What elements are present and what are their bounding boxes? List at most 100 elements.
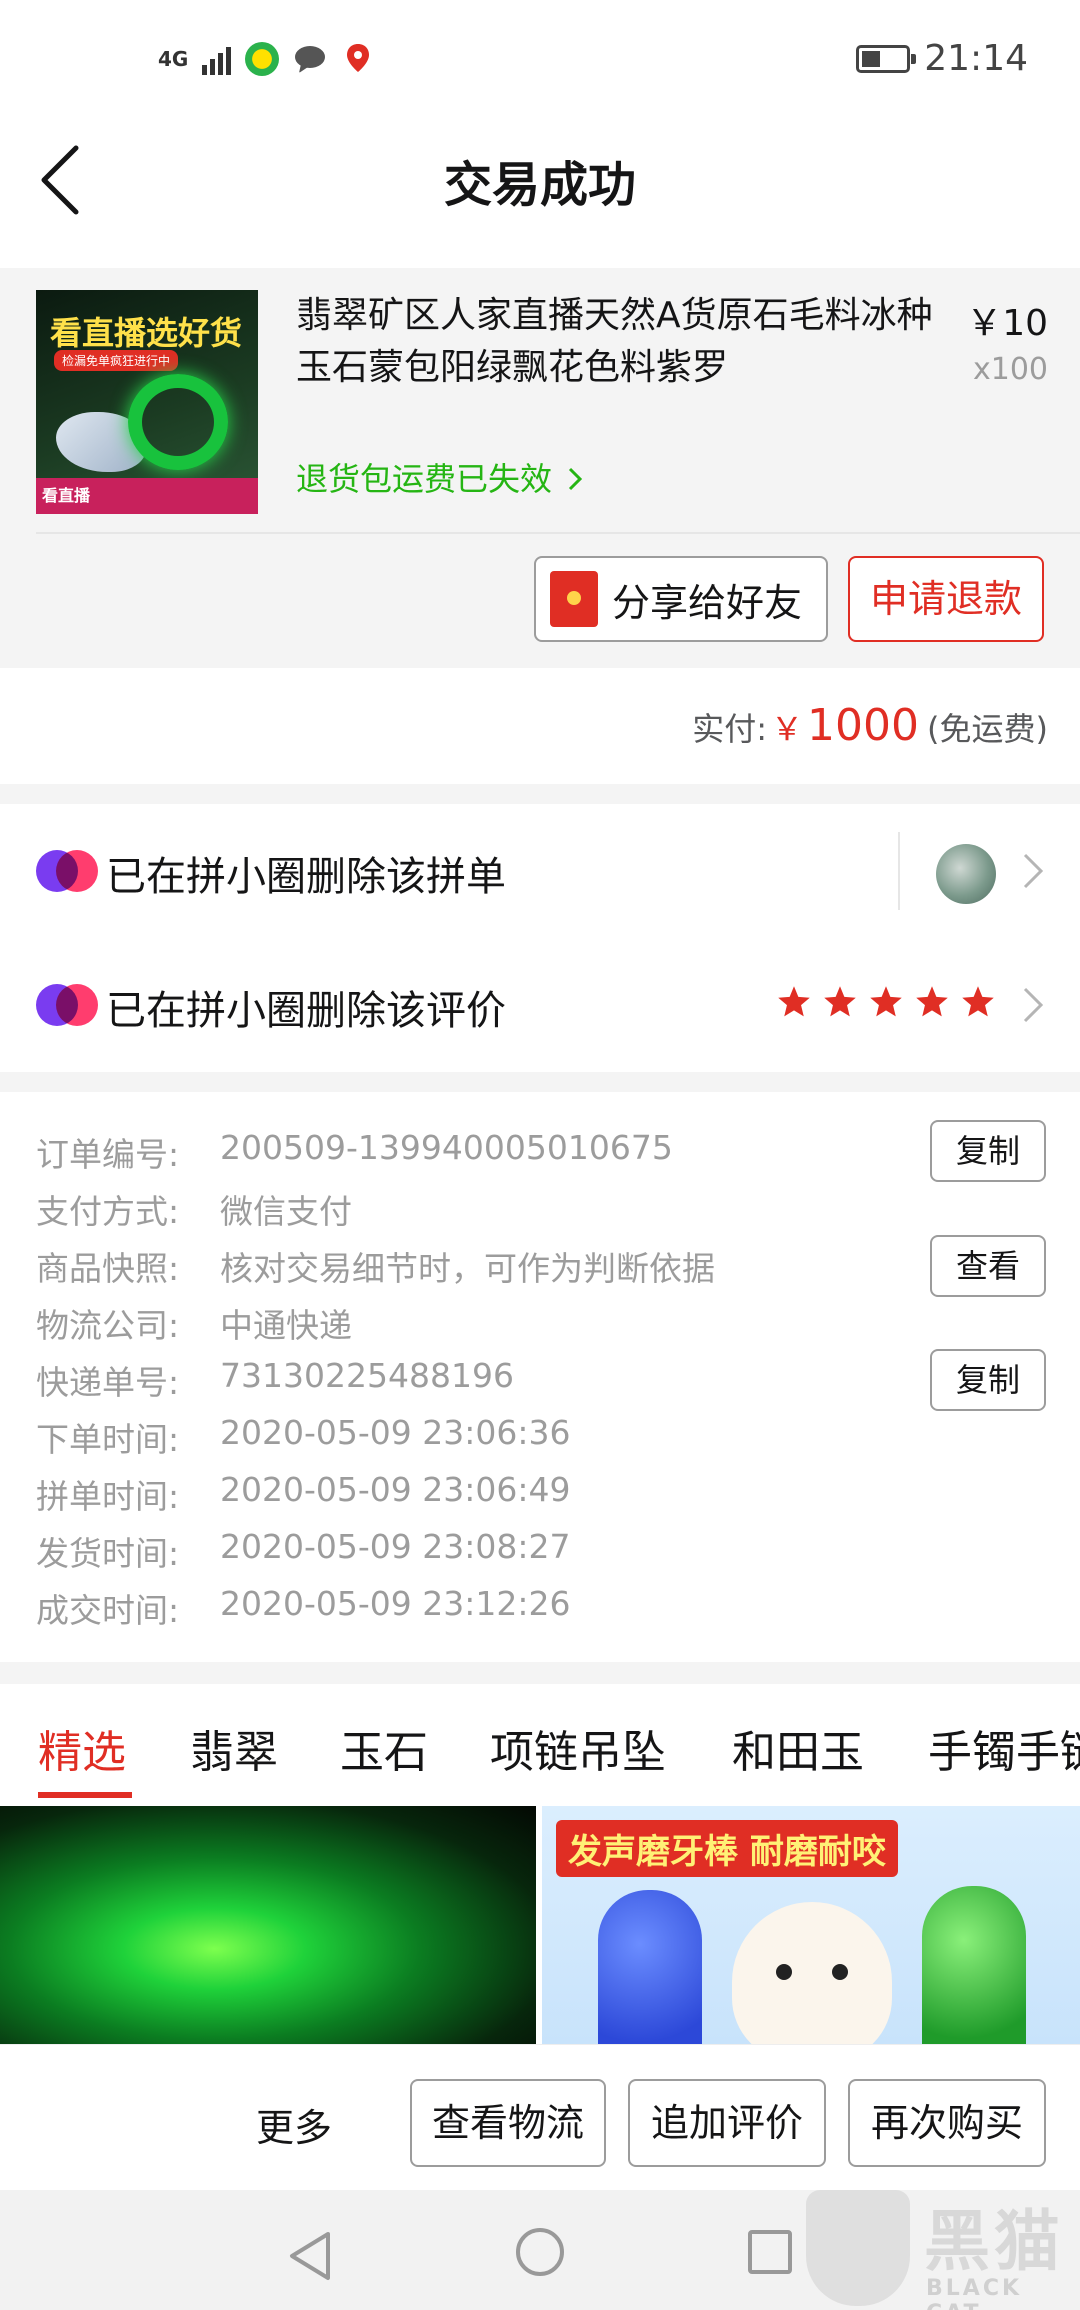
tab-jade[interactable]: 玉石 — [340, 1716, 428, 1780]
page-title: 交易成功 — [443, 157, 636, 213]
music-app-icon — [245, 42, 280, 76]
deal-time-row: 成交时间: 2020-05-09 23:12:26 — [36, 1584, 570, 1641]
star-icon — [916, 986, 948, 1017]
product-title[interactable]: 翡翠矿区人家直播天然A货原石毛料冰种玉石蒙包阳绿飘花色料紫罗 — [296, 290, 936, 394]
product-quantity: x100 — [972, 352, 1048, 387]
chevron-right-icon — [569, 467, 583, 491]
watermark-logo: 黑猫 BLACK CAT — [806, 2186, 1080, 2310]
copy-tracking-number-button[interactable]: 复制 — [930, 1349, 1046, 1411]
status-left-icons: 4G — [158, 42, 375, 76]
buy-again-button[interactable]: 再次购买 — [848, 2079, 1046, 2167]
promo-tag: 发声磨牙棒 耐磨耐咬 — [556, 1820, 898, 1877]
info-value: 微信支付 — [220, 1192, 352, 1231]
star-icon — [824, 986, 856, 1017]
order-info-section: 订单编号: 200509-139940005010675 复制 支付方式: 微信… — [0, 1092, 1080, 1662]
payment-method-row: 支付方式: 微信支付 — [36, 1185, 352, 1242]
avatar — [936, 844, 996, 904]
info-value: 2020-05-09 23:12:26 — [220, 1584, 571, 1623]
share-button-label: 分享给好友 — [612, 580, 803, 625]
copy-order-number-button[interactable]: 复制 — [930, 1120, 1046, 1182]
paid-line: 实付: ￥ 1000 (免运费) — [692, 700, 1048, 751]
shipping-note: (免运费) — [927, 710, 1048, 748]
request-refund-button[interactable]: 申请退款 — [848, 556, 1044, 642]
recommendation-item-jade[interactable] — [0, 1806, 536, 2044]
map-pin-icon — [347, 44, 370, 72]
tab-jadeite[interactable]: 翡翠 — [190, 1716, 278, 1780]
product-price: ￥10 — [966, 303, 1048, 344]
category-tabs: 精选 翡翠 玉石 项链吊坠 和田玉 手镯手链 — [0, 1684, 1080, 1800]
tab-featured[interactable]: 精选 — [38, 1716, 126, 1780]
bottom-action-bar: 更多 查看物流 追加评价 再次购买 — [0, 2044, 1080, 2190]
rating-stars — [776, 984, 996, 1020]
network-type: 4G — [158, 47, 189, 71]
circle-review-row[interactable]: 已在拼小圈删除该评价 — [0, 938, 1080, 1072]
cat-shield-icon — [806, 2190, 910, 2306]
circle-group-text: 已在拼小圈删除该拼单 — [106, 854, 506, 900]
info-value: 2020-05-09 23:06:49 — [220, 1470, 571, 1509]
thumbnail-title: 看直播选好货 — [50, 314, 243, 352]
watermark-cn: 黑猫 — [924, 2203, 1064, 2280]
circle-review-text: 已在拼小圈删除该评价 — [106, 988, 506, 1034]
product-card[interactable]: 看直播选好货 检漏免单疯狂进行中 看直播 翡翠矿区人家直播天然A货原石毛料冰种玉… — [0, 268, 1080, 668]
star-icon — [962, 986, 994, 1017]
blue-chew-toy-image — [598, 1890, 702, 2044]
info-label: 发货时间: — [36, 1534, 180, 1573]
system-home-icon[interactable] — [516, 2228, 564, 2276]
system-recents-icon[interactable] — [748, 2230, 792, 2274]
pinxiaoquan-icon — [36, 984, 98, 1026]
puppy-image — [732, 1902, 892, 2044]
tab-hetian-jade[interactable]: 和田玉 — [732, 1716, 864, 1780]
snapshot-row: 商品快照: 核对交易细节时，可作为判断依据 — [36, 1242, 715, 1299]
more-button[interactable]: 更多 — [256, 2097, 332, 2152]
info-label: 物流公司: — [36, 1306, 180, 1345]
info-value: 核对交易细节时，可作为判断依据 — [220, 1249, 715, 1288]
paid-amount: 1000 — [807, 700, 920, 751]
jade-bangle-image — [128, 374, 228, 470]
divider — [36, 532, 1080, 534]
view-snapshot-button[interactable]: 查看 — [930, 1235, 1046, 1297]
vertical-divider — [898, 832, 900, 910]
ship-time-row: 发货时间: 2020-05-09 23:08:27 — [36, 1527, 570, 1584]
watermark-en: BLACK CAT — [926, 2276, 1023, 2310]
live-badge: 看直播 — [36, 478, 258, 514]
info-label: 支付方式: — [36, 1192, 180, 1231]
info-value: 200509-139940005010675 — [220, 1128, 673, 1167]
section-gap — [0, 1072, 1080, 1092]
view-logistics-button[interactable]: 查看物流 — [410, 2079, 606, 2167]
info-label: 成交时间: — [36, 1591, 180, 1630]
circle-group-row[interactable]: 已在拼小圈删除该拼单 — [0, 804, 1080, 938]
pinxiaoquan-icon — [36, 850, 98, 892]
chat-bubble-icon — [295, 46, 326, 73]
order-number-row: 订单编号: 200509-139940005010675 — [36, 1128, 673, 1185]
red-packet-icon — [550, 571, 598, 627]
return-shipping-link[interactable]: 退货包运费已失效 — [296, 454, 584, 500]
product-thumbnail[interactable]: 看直播选好货 检漏免单疯狂进行中 看直播 — [36, 290, 258, 514]
chevron-right-icon — [1023, 987, 1044, 1023]
live-badge-label: 看直播 — [42, 486, 91, 505]
battery-icon — [856, 44, 917, 73]
info-label: 商品快照: — [36, 1249, 180, 1288]
info-value: 2020-05-09 23:06:36 — [220, 1413, 571, 1452]
payment-summary: 实付: ￥ 1000 (免运费) — [0, 668, 1080, 784]
status-bar: 4G 21:14 — [0, 0, 1080, 110]
paid-label: 实付: — [692, 710, 768, 748]
section-gap — [0, 784, 1080, 804]
chevron-right-icon — [1023, 853, 1044, 889]
info-label: 拼单时间: — [36, 1477, 180, 1516]
group-time-row: 拼单时间: 2020-05-09 23:06:49 — [36, 1470, 570, 1527]
recommendation-item-chew-toy[interactable]: 发声磨牙棒 耐磨耐咬 — [542, 1806, 1080, 2044]
tab-bracelet[interactable]: 手镯手链 — [928, 1716, 1080, 1780]
return-shipping-label: 退货包运费已失效 — [296, 460, 553, 498]
paid-currency: ￥ — [771, 710, 804, 748]
info-value: 中通快递 — [220, 1306, 352, 1345]
order-time-row: 下单时间: 2020-05-09 23:06:36 — [36, 1413, 570, 1470]
system-back-icon[interactable] — [286, 2230, 334, 2282]
thumbnail-subtitle: 检漏免单疯狂进行中 — [54, 350, 179, 371]
add-review-button[interactable]: 追加评价 — [628, 2079, 826, 2167]
share-to-friends-button[interactable]: 分享给好友 — [534, 556, 828, 642]
green-chew-toy-image — [922, 1886, 1026, 2044]
nav-bar: 交易成功 — [0, 110, 1080, 260]
tracking-number-row: 快递单号: 73130225488196 — [36, 1356, 514, 1413]
tab-necklace-pendant[interactable]: 项链吊坠 — [490, 1716, 666, 1780]
star-icon — [870, 986, 902, 1017]
